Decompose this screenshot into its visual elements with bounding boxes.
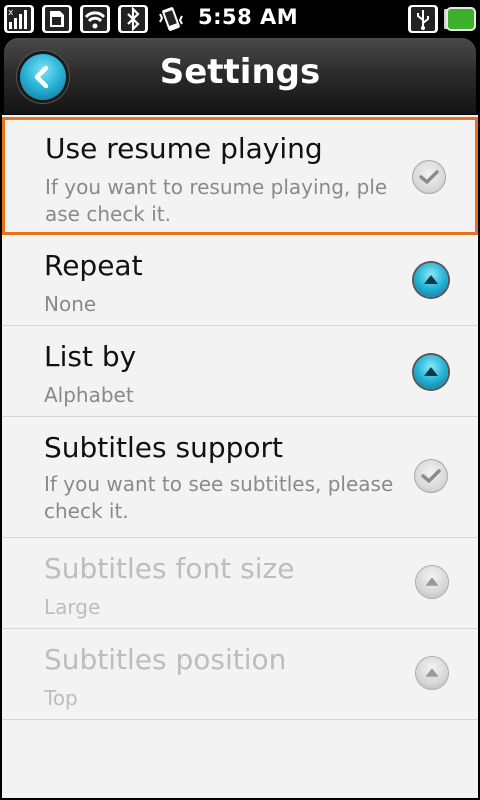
setting-title: Repeat	[44, 249, 143, 282]
setting-title: Subtitles support	[44, 431, 284, 464]
status-time: 5:58 AM	[198, 5, 299, 29]
setting-title: Use resume playing	[45, 132, 323, 165]
triangle-up-icon	[424, 275, 438, 284]
setting-subtitles-position[interactable]: Subtitles position Top	[2, 629, 478, 720]
checkmark-icon	[421, 469, 441, 483]
triangle-up-icon	[425, 668, 439, 677]
setting-title: List by	[44, 340, 137, 373]
settings-list: Use resume playing If you want to resume…	[2, 115, 478, 798]
setting-subtitles-support[interactable]: Subtitles support If you want to see sub…	[2, 417, 478, 538]
setting-value: Alphabet	[44, 383, 134, 407]
title-bar: Settings	[4, 38, 476, 114]
setting-value: None	[44, 292, 97, 316]
setting-value: Top	[44, 686, 78, 710]
dropdown-button[interactable]	[416, 657, 448, 689]
dropdown-button[interactable]	[416, 566, 448, 598]
status-bar: x 5:58 AM	[0, 0, 480, 38]
setting-title: Subtitles font size	[44, 552, 295, 585]
dropdown-button[interactable]	[414, 355, 448, 389]
usb-icon	[408, 5, 438, 33]
setting-use-resume-playing[interactable]: Use resume playing If you want to resume…	[2, 117, 478, 235]
svg-text:x: x	[8, 8, 14, 18]
bluetooth-icon	[118, 5, 148, 33]
setting-value: Large	[44, 595, 101, 619]
setting-repeat[interactable]: Repeat None	[2, 235, 478, 326]
setting-subtitle: If you want to see subtitles, please che…	[44, 472, 394, 523]
signal-icon: x	[4, 5, 34, 33]
setting-subtitles-font-size[interactable]: Subtitles font size Large	[2, 538, 478, 629]
vibrate-icon	[159, 7, 183, 31]
dropdown-button[interactable]	[414, 263, 448, 297]
checkmark-icon	[419, 170, 439, 184]
setting-subtitle: If you want to resume playing, ple ase c…	[45, 175, 388, 226]
sim-icon	[42, 5, 72, 33]
setting-title: Subtitles position	[44, 643, 287, 676]
page-title: Settings	[159, 52, 321, 92]
battery-icon	[444, 7, 476, 31]
checkbox[interactable]	[412, 160, 446, 194]
triangle-up-icon	[424, 367, 438, 376]
wifi-icon	[80, 5, 110, 33]
triangle-up-icon	[425, 577, 439, 586]
checkbox[interactable]	[414, 459, 448, 493]
setting-list-by[interactable]: List by Alphabet	[2, 326, 478, 417]
